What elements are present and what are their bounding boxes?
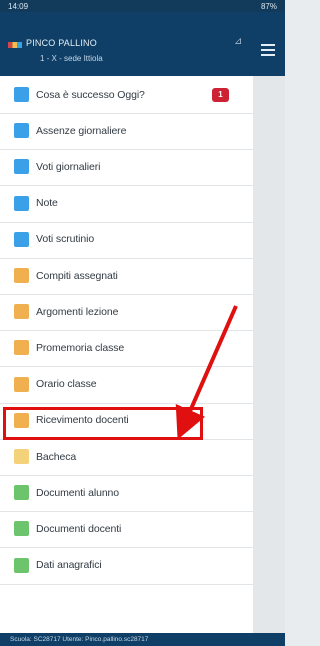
annotation-arrow bbox=[175, 305, 238, 440]
